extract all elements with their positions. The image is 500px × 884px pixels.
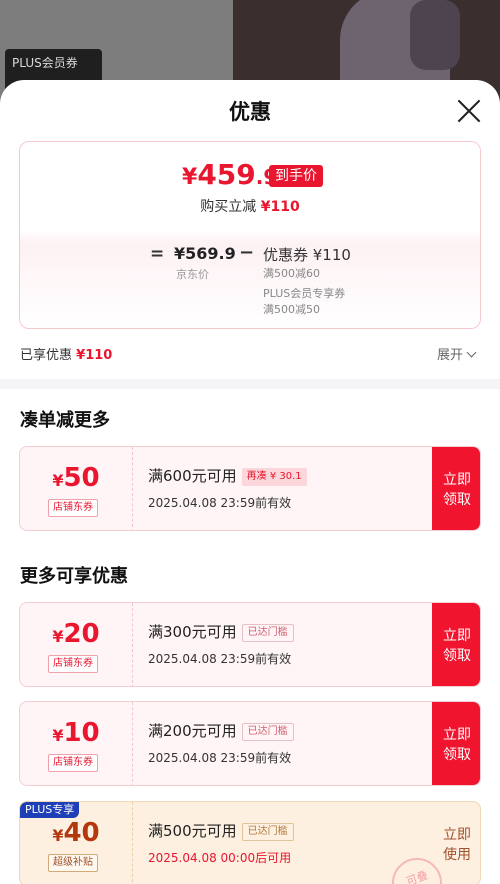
section-title-more-offers: 更多可享优惠: [20, 566, 128, 587]
use-now-button-label: 立即使用: [443, 826, 471, 863]
expand-button[interactable]: 展开: [437, 344, 477, 363]
coupon-detail-2: 满500减50: [263, 303, 320, 316]
coupon-validity: 2025.04.08 23:59前有效: [148, 751, 292, 765]
expand-label: 展开: [437, 348, 464, 363]
coupon-value: ¥10: [20, 718, 132, 748]
coupon-badge: 已达门槛: [241, 624, 294, 642]
coupon-currency: ¥: [52, 471, 64, 490]
buy-save-line: 购买立减 ¥110: [20, 196, 480, 216]
coupon-value-block: ¥40 超级补贴: [20, 802, 132, 884]
coupon-condition-text: 满600元可用: [148, 467, 237, 485]
plus-coupon-name: PLUS会员专享券: [263, 287, 346, 300]
coupon-value-block: ¥10 店铺东券: [20, 702, 132, 785]
close-icon[interactable]: [456, 98, 482, 124]
claim-button-label: 立即领取: [443, 726, 471, 763]
coupon-divider: [132, 802, 133, 884]
price-summary-card: ¥459.9 到手价 购买立减 ¥110 = ¥569.9 京东价 − 优惠券 …: [19, 141, 481, 329]
enjoyed-discount: 已享优惠 ¥110: [20, 344, 112, 363]
final-price-integer: 459: [197, 158, 256, 191]
claim-button[interactable]: 立即领取: [432, 702, 480, 785]
coupon-divider: [132, 702, 133, 785]
plus-coupon-card: PLUS专享 ¥40 超级补贴 满500元可用 已达门槛 2025.04.08 0…: [19, 801, 481, 884]
coupon-type: 店铺东券: [48, 499, 98, 517]
coupon-value-block: ¥20 店铺东券: [20, 603, 132, 686]
coupon-amount: 50: [63, 463, 100, 493]
stamp-label: 可叠: [404, 868, 430, 884]
final-price: ¥459.9: [182, 158, 277, 191]
coupon-detail-1: 满500减60: [263, 267, 320, 280]
chevron-down-icon: [466, 347, 477, 358]
coupon-amount: 20: [63, 619, 100, 649]
claim-button[interactable]: 立即领取: [432, 603, 480, 686]
final-price-tag: 到手价: [269, 165, 323, 187]
background-plus-card-label: PLUS会员券: [12, 56, 78, 70]
coupon-total: 优惠券 ¥110: [263, 246, 351, 264]
coupon-value: ¥50: [20, 463, 132, 493]
coupon-amount: 40: [63, 818, 100, 848]
coupon-currency: ¥: [52, 726, 64, 745]
coupon-card: ¥10 店铺东券 满200元可用 已达门槛 2025.04.08 23:59前有效…: [19, 701, 481, 786]
coupon-badge: 已达门槛: [241, 723, 294, 741]
coupon-condition-text: 满200元可用: [148, 722, 237, 740]
enjoyed-discount-prefix: 已享优惠: [20, 348, 73, 363]
coupon-badge: 已达门槛: [241, 823, 294, 841]
use-now-button[interactable]: 立即使用: [432, 802, 480, 884]
coupon-validity: 2025.04.08 23:59前有效: [148, 496, 292, 510]
sheet-title: 优惠: [229, 100, 271, 124]
jd-price-label: 京东价: [176, 268, 209, 281]
coupon-divider: [132, 603, 133, 686]
coupon-condition-text: 满300元可用: [148, 623, 237, 641]
jd-price: ¥569.9: [174, 244, 236, 263]
coupon-value-block: ¥50 店铺东券: [20, 447, 132, 530]
coupon-value: ¥20: [20, 619, 132, 649]
coupon-validity: 2025.04.08 23:59前有效: [148, 652, 292, 666]
coupon-type: 店铺东券: [48, 655, 98, 673]
section-title-more-items: 凑单减更多: [20, 410, 110, 431]
coupon-condition: 满300元可用 已达门槛: [148, 621, 294, 642]
coupon-currency: ¥: [52, 627, 64, 646]
coupon-type: 超级补贴: [48, 854, 98, 872]
discount-sheet: 优惠 ¥459.9 到手价 购买立减 ¥110 = ¥569.9 京东价 − 优…: [0, 80, 500, 884]
buy-save-prefix: 购买立减: [200, 199, 257, 215]
coupon-condition: 满500元可用 已达门槛: [148, 820, 294, 841]
coupon-divider: [132, 447, 133, 530]
claim-button-label: 立即领取: [443, 627, 471, 664]
coupon-badge: 再凑 ¥ 30.1: [241, 468, 307, 486]
minus-sign: −: [239, 242, 255, 263]
claim-button-label: 立即领取: [443, 471, 471, 508]
equals-sign: =: [150, 244, 165, 264]
coupon-card: ¥50 店铺东券 满600元可用 再凑 ¥ 30.1 2025.04.08 23:…: [19, 446, 481, 531]
coupon-condition: 满600元可用 再凑 ¥ 30.1: [148, 465, 307, 486]
section-divider: [0, 379, 500, 389]
coupon-currency: ¥: [52, 826, 64, 845]
coupon-condition-text: 满500元可用: [148, 822, 237, 840]
coupon-amount: 10: [63, 718, 100, 748]
enjoyed-discount-amount: ¥110: [76, 348, 113, 363]
background-backpack: [410, 0, 460, 70]
coupon-value: ¥40: [20, 818, 132, 848]
final-price-currency: ¥: [182, 165, 198, 190]
claim-button[interactable]: 立即领取: [432, 447, 480, 530]
coupon-card: ¥20 店铺东券 满300元可用 已达门槛 2025.04.08 23:59前有效…: [19, 602, 481, 687]
coupon-condition: 满200元可用 已达门槛: [148, 720, 294, 741]
coupon-validity: 2025.04.08 00:00后可用: [148, 851, 292, 865]
coupon-type: 店铺东券: [48, 754, 98, 772]
buy-save-amount: ¥110: [260, 199, 300, 215]
